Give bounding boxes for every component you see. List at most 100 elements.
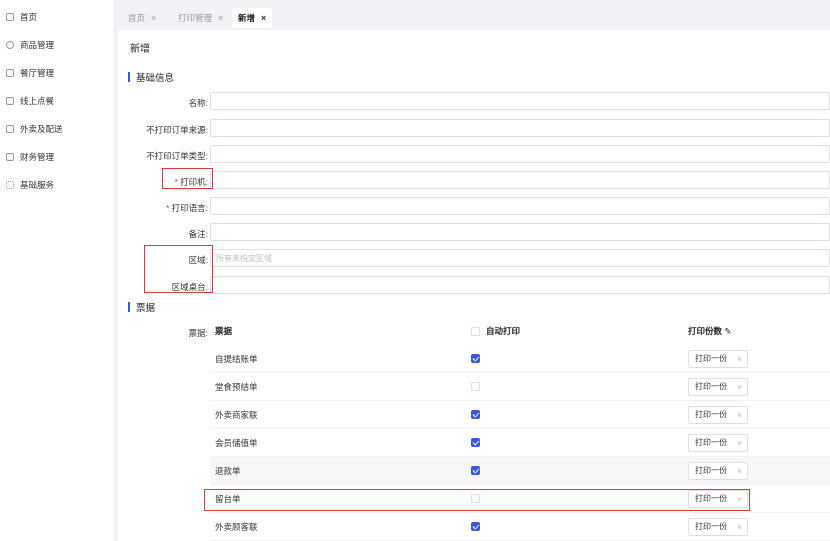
ticket-name: 会员储值单 bbox=[215, 437, 258, 448]
tab-print-management[interactable]: 打印管理 × bbox=[172, 8, 229, 28]
auto-print-checkbox[interactable] bbox=[471, 382, 480, 391]
ticket-name: 留台单 bbox=[215, 493, 241, 504]
table-row: 自提结账单 打印一份 ∨ bbox=[210, 345, 830, 373]
table-row: 外卖顾客联 打印一份 ∨ bbox=[210, 513, 830, 541]
ticket-name: 自提结账单 bbox=[215, 353, 258, 364]
table-row: 堂食预结单 打印一份 ∨ bbox=[210, 373, 830, 401]
sidebar-item-finance[interactable]: 财务管理 bbox=[6, 150, 54, 164]
copies-select[interactable]: 打印一份 ∨ bbox=[688, 461, 748, 480]
edit-icon[interactable]: ✎ bbox=[724, 326, 731, 336]
copies-select[interactable]: 打印一份 ∨ bbox=[688, 433, 748, 452]
tab-label: 新增 bbox=[238, 13, 256, 23]
language-label: * 打印语言: bbox=[118, 202, 208, 214]
chevron-down-icon: ∨ bbox=[736, 523, 742, 531]
wallet-icon bbox=[6, 153, 14, 161]
sidebar-item-products[interactable]: 商品管理 bbox=[6, 38, 54, 52]
table-row: 会员储值单 打印一份 ∨ bbox=[210, 429, 830, 457]
required-mark: * bbox=[165, 203, 170, 213]
order-icon bbox=[6, 97, 14, 105]
chevron-down-icon: ∨ bbox=[736, 439, 742, 447]
copies-value: 打印一份 bbox=[695, 410, 727, 419]
copies-value: 打印一份 bbox=[695, 438, 727, 447]
tickets-label: 票据: bbox=[188, 328, 208, 338]
section-tickets: 票据 bbox=[128, 300, 155, 314]
close-icon[interactable]: × bbox=[218, 13, 223, 23]
remark-field[interactable] bbox=[210, 223, 830, 241]
tab-label: 首页 bbox=[128, 13, 146, 23]
section-basic-info: 基础信息 bbox=[128, 70, 174, 84]
store-icon bbox=[6, 69, 14, 77]
printer-label: * 打印机: bbox=[118, 176, 208, 188]
exclude-source-label: 不打印订单来源: bbox=[146, 125, 208, 135]
header-copies: 打印份数 ✎ bbox=[688, 325, 732, 337]
tab-new[interactable]: 新增 × bbox=[232, 8, 273, 28]
close-icon[interactable]: × bbox=[261, 13, 266, 23]
sidebar-item-delivery[interactable]: 外卖及配送 bbox=[6, 122, 63, 136]
language-label-text: 打印语言: bbox=[171, 203, 208, 213]
ticket-table-header: 票据 自动打印 打印份数 ✎ bbox=[210, 317, 830, 345]
sidebar-item-label: 线上点餐 bbox=[20, 96, 55, 106]
table-row: 留台单 打印一份 ∨ bbox=[210, 485, 830, 513]
sidebar-item-online-order[interactable]: 线上点餐 bbox=[6, 94, 54, 108]
sidebar-item-label: 商品管理 bbox=[20, 40, 55, 50]
name-field[interactable] bbox=[210, 92, 830, 110]
sidebar-item-basic-service[interactable]: 基础服务 bbox=[6, 178, 54, 192]
tab-bar: 首页 × 打印管理 × 新增 × bbox=[118, 0, 830, 30]
copies-value: 打印一份 bbox=[695, 382, 727, 391]
exclude-source-select[interactable] bbox=[210, 119, 830, 137]
auto-print-checkbox[interactable] bbox=[471, 410, 480, 419]
close-icon[interactable]: × bbox=[151, 13, 156, 23]
exclude-type-label: 不打印订单类型: bbox=[146, 151, 208, 161]
auto-print-checkbox[interactable] bbox=[471, 438, 480, 447]
sidebar-item-label: 首页 bbox=[20, 12, 38, 22]
section-marker bbox=[128, 302, 130, 312]
select-all-checkbox[interactable] bbox=[471, 326, 480, 336]
sidebar-item-home[interactable]: 首页 bbox=[6, 10, 37, 24]
sidebar-item-label: 财务管理 bbox=[20, 152, 55, 162]
copies-select[interactable]: 打印一份 ∨ bbox=[688, 489, 748, 508]
auto-print-checkbox[interactable] bbox=[471, 354, 480, 363]
ticket-name: 外卖顾客联 bbox=[215, 521, 258, 532]
ticket-name: 退款单 bbox=[215, 465, 241, 476]
tab-home[interactable]: 首页 × bbox=[122, 8, 162, 28]
grid-icon bbox=[6, 181, 14, 189]
remark-label: 备注: bbox=[188, 229, 208, 239]
ticket-name: 堂食预结单 bbox=[215, 381, 258, 392]
ticket-name: 外卖商家联 bbox=[215, 409, 258, 420]
tab-label: 打印管理 bbox=[178, 13, 213, 23]
sidebar-item-restaurant[interactable]: 餐厅管理 bbox=[6, 66, 54, 80]
table-row: 外卖商家联 打印一份 ∨ bbox=[210, 401, 830, 429]
copies-value: 打印一份 bbox=[695, 354, 727, 363]
section-title: 基础信息 bbox=[136, 73, 175, 84]
copies-value: 打印一份 bbox=[695, 494, 727, 503]
section-marker bbox=[128, 72, 130, 82]
area-label: 区域: bbox=[188, 255, 208, 265]
header-ticket: 票据 bbox=[215, 326, 233, 336]
copies-select[interactable]: 打印一份 ∨ bbox=[688, 349, 748, 368]
area-placeholder: 所有未指定区域 bbox=[216, 253, 272, 263]
auto-print-checkbox[interactable] bbox=[471, 494, 480, 503]
section-title: 票据 bbox=[136, 303, 156, 314]
area-table-label: 区域桌台: bbox=[171, 282, 208, 292]
language-select[interactable] bbox=[210, 197, 830, 215]
printer-label-text: 打印机: bbox=[180, 177, 208, 187]
auto-print-checkbox[interactable] bbox=[471, 522, 480, 531]
copies-select[interactable]: 打印一份 ∨ bbox=[688, 405, 748, 424]
required-mark: * bbox=[174, 177, 178, 187]
sidebar-item-label: 外卖及配送 bbox=[20, 124, 63, 134]
area-table-select[interactable] bbox=[210, 276, 830, 294]
copies-select[interactable]: 打印一份 ∨ bbox=[688, 377, 748, 396]
printer-select[interactable] bbox=[210, 171, 830, 189]
chevron-down-icon: ∨ bbox=[736, 495, 742, 503]
copies-select[interactable]: 打印一份 ∨ bbox=[688, 517, 748, 536]
main-content: 首页 × 打印管理 × 新增 × 新增 基础信息 名称: 不打印订单来源: 不打印订单… bbox=[118, 0, 830, 541]
auto-print-checkbox[interactable] bbox=[471, 466, 480, 475]
area-select[interactable]: 所有未指定区域 bbox=[210, 249, 830, 267]
page-title: 新增 bbox=[130, 44, 150, 55]
sidebar: 首页 商品管理 餐厅管理 线上点餐 外卖及配送 财务管理 基础服务 bbox=[0, 0, 113, 541]
exclude-type-select[interactable] bbox=[210, 145, 830, 163]
chevron-down-icon: ∨ bbox=[736, 355, 742, 363]
chevron-down-icon: ∨ bbox=[736, 383, 742, 391]
delivery-icon bbox=[6, 125, 14, 133]
copies-value: 打印一份 bbox=[695, 522, 727, 531]
